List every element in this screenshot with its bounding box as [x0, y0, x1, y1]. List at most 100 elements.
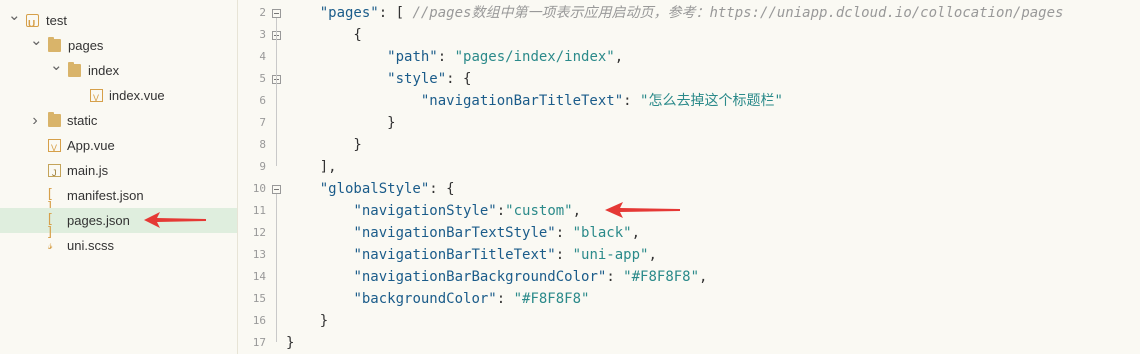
code-line: "path": "pages/index/index",: [286, 46, 623, 68]
code-punctuation: : {: [429, 181, 455, 197]
code-punctuation: ,: [648, 247, 657, 263]
json-file-icon: [ ]: [46, 212, 54, 240]
code-punctuation: ,: [699, 269, 708, 285]
tree-item-static[interactable]: › static: [0, 108, 237, 133]
code-punctuation: :: [496, 291, 514, 307]
code-punctuation: [286, 181, 320, 197]
annotation-arrow-navigation-style: [605, 202, 680, 218]
code-punctuation: ,: [572, 203, 582, 219]
code-line: "navigationStyle":"custom",: [286, 200, 581, 222]
code-punctuation: ,: [614, 49, 624, 65]
tree-item-pages[interactable]: ⌄ pages: [0, 33, 237, 58]
code-punctuation: }: [286, 335, 295, 351]
line-number: 3: [259, 28, 266, 41]
tree-item-label: pages: [68, 38, 104, 53]
chevron-right-icon[interactable]: ›: [30, 108, 40, 133]
json-key: "navigationBarTitleText": [420, 93, 624, 109]
line-number: 4: [259, 50, 266, 63]
code-punctuation: [286, 269, 353, 285]
chevron-down-icon[interactable]: ⌄: [30, 33, 43, 58]
code-punctuation: }: [286, 137, 362, 153]
tree-item-label: index: [88, 63, 120, 78]
tree-item-uni-scss[interactable]: 𝓈 uni.scss: [0, 233, 237, 258]
json-string: "pages/index/index": [454, 49, 615, 65]
code-editor[interactable]: 2 3 4 5 6 7 8 9 10 11 12 13 14 15 16 17 "pages": [ //pa…: [238, 0, 1140, 354]
line-number: 6: [259, 94, 266, 107]
code-punctuation: : {: [446, 71, 472, 87]
fold-range-line: [276, 18, 277, 166]
tree-item-label: pages.json: [67, 213, 130, 228]
json-key: "navigationBarBackgroundColor": [353, 269, 607, 285]
tree-item-main-js[interactable]: main.js: [0, 158, 237, 186]
code-line: }: [286, 332, 294, 354]
vue-file-icon: [90, 86, 103, 111]
line-number: 2: [259, 6, 266, 19]
json-string: "#F8F8F8": [513, 291, 590, 307]
code-line: ],: [286, 156, 337, 178]
code-punctuation: :: [623, 93, 641, 109]
code-punctuation: :: [555, 225, 573, 241]
code-line: {: [286, 24, 362, 46]
json-string: "怎么去掉这个标题栏": [640, 93, 783, 109]
code-line: "style": {: [286, 68, 471, 90]
tree-item-label: static: [67, 113, 98, 128]
chevron-down-icon[interactable]: ⌄: [8, 8, 21, 33]
tree-item-label: test: [46, 13, 67, 28]
line-number: 13: [252, 248, 266, 261]
folder-icon: [48, 112, 61, 127]
code-line: "globalStyle": {: [286, 178, 455, 200]
code-line: "navigationBarBackgroundColor": "#F8F8F8…: [286, 266, 707, 288]
tree-item-test[interactable]: ⌄ test: [0, 8, 237, 38]
json-key: "backgroundColor": [353, 291, 497, 307]
line-number: 5: [259, 72, 266, 85]
code-punctuation: [286, 203, 353, 219]
json-string: "uni-app": [572, 247, 649, 263]
code-punctuation: [286, 5, 320, 21]
tree-item-manifest-json[interactable]: [ ] manifest.json: [0, 183, 237, 214]
code-punctuation: }: [286, 115, 396, 131]
code-punctuation: :: [437, 49, 455, 65]
tree-item-label: App.vue: [67, 138, 115, 153]
line-number: 12: [252, 226, 266, 239]
code-punctuation: {: [286, 27, 362, 43]
tree-item-index-vue[interactable]: index.vue: [0, 83, 237, 111]
tree-item-label: uni.scss: [67, 238, 114, 253]
tree-item-label: index.vue: [109, 88, 165, 103]
js-file-icon: [48, 161, 61, 186]
line-number: 7: [259, 116, 266, 129]
code-punctuation: [286, 49, 387, 65]
folder-icon: [48, 37, 61, 52]
code-line: "navigationBarTextStyle": "black",: [286, 222, 640, 244]
code-line: "navigationBarTitleText": "怎么去掉这个标题栏": [286, 90, 783, 112]
code-punctuation: [286, 71, 387, 87]
code-punctuation: [286, 225, 353, 241]
tree-item-label: main.js: [67, 163, 109, 178]
line-number: 10: [252, 182, 266, 195]
line-number: 15: [252, 292, 266, 305]
json-file-icon: [ ]: [46, 187, 54, 214]
json-key: "style": [387, 71, 447, 87]
code-punctuation: ],: [286, 159, 337, 175]
tree-item-index[interactable]: ⌄ index: [0, 58, 237, 83]
fold-toggle-icon[interactable]: [272, 9, 281, 18]
json-string: "custom": [505, 203, 573, 219]
line-number: 8: [259, 138, 266, 151]
chevron-down-icon[interactable]: ⌄: [50, 58, 63, 83]
line-number: 11: [252, 204, 266, 217]
tree-item-app-vue[interactable]: App.vue: [0, 133, 237, 161]
json-key: "path": [387, 49, 438, 65]
code-line: "pages": [ //pages数组中第一项表示应用启动页，参考：https…: [286, 2, 1064, 24]
line-number: 14: [252, 270, 266, 283]
json-string: "black": [572, 225, 632, 241]
code-punctuation: ,: [631, 225, 641, 241]
line-number: 16: [252, 314, 266, 327]
fold-toggle-icon[interactable]: [272, 185, 281, 194]
code-line: "navigationBarTitleText": "uni-app",: [286, 244, 657, 266]
json-string: "#F8F8F8": [623, 269, 700, 285]
project-icon: [26, 12, 39, 37]
code-punctuation: :: [606, 269, 624, 285]
code-punctuation: [286, 93, 421, 109]
code-line: }: [286, 310, 328, 332]
fold-range-line: [276, 194, 277, 342]
json-key: "navigationBarTitleText": [353, 247, 556, 263]
